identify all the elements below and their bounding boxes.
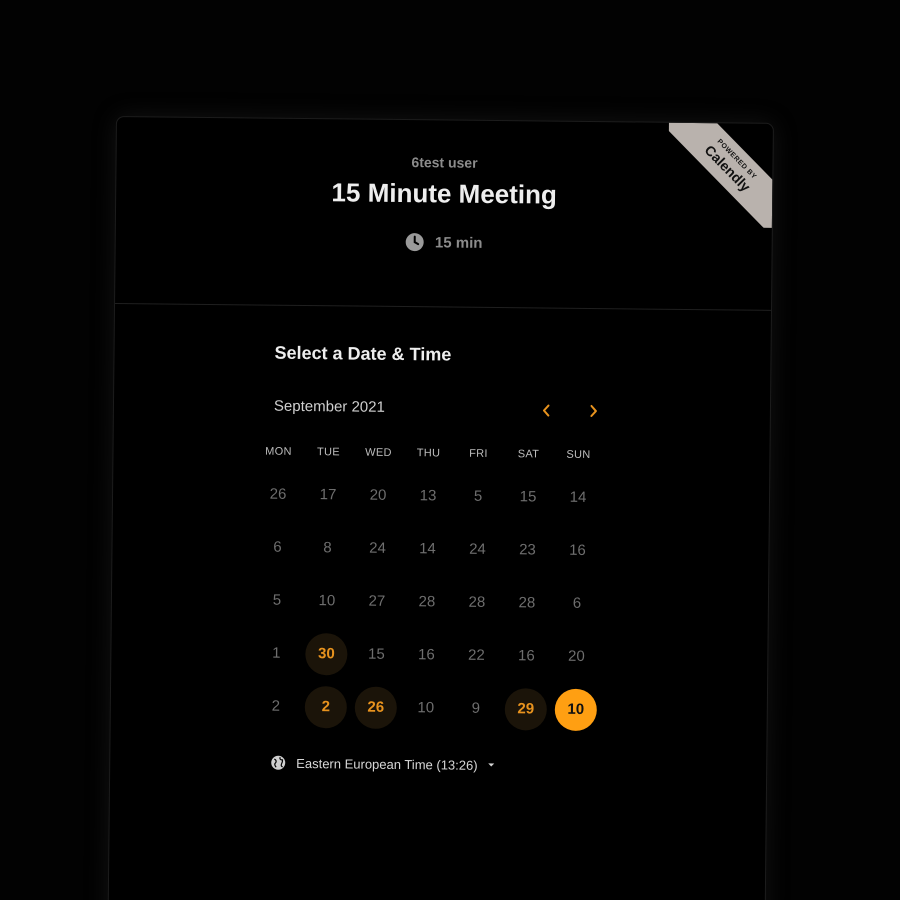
timezone-selector[interactable]: Eastern European Time (13:26) [270, 755, 610, 775]
available-day-cell[interactable]: 29 [501, 682, 552, 736]
powered-by-calendly-badge[interactable]: POWERED BY Calendly [667, 122, 773, 228]
day-cell: 28 [402, 575, 453, 629]
weekday-sat: SAT [517, 448, 540, 461]
day-cell: 14 [553, 471, 604, 525]
weekday-sun: SUN [566, 448, 591, 461]
day-number: 22 [467, 646, 485, 664]
day-cell: 24 [352, 522, 403, 576]
weekday-header: MON TUE WED THU FRI SAT SUN [253, 445, 613, 461]
day-number: 2 [304, 685, 348, 728]
event-header: 6test user 15 Minute Meeting 15 min POWE… [115, 117, 773, 311]
day-cell: 2 [251, 679, 302, 733]
day-number: 16 [417, 646, 435, 664]
day-number: 27 [368, 592, 386, 610]
timezone-label: Eastern European Time (13:26) [296, 755, 478, 773]
day-number: 13 [419, 487, 437, 505]
day-cell: 26 [253, 467, 304, 521]
day-number: 28 [418, 593, 436, 611]
day-number: 26 [269, 485, 287, 503]
day-cell: 16 [401, 628, 452, 682]
clock-icon [405, 233, 424, 252]
day-cell: 13 [403, 469, 454, 523]
month-navigation: September 2021 [274, 398, 614, 426]
day-cell: 15 [351, 627, 402, 681]
section-title: Select a Date & Time [274, 342, 452, 365]
month-label: September 2021 [273, 397, 385, 416]
day-cell: 23 [502, 523, 553, 577]
day-cell: 6 [252, 520, 303, 574]
day-number: 6 [273, 538, 282, 556]
globe-icon [271, 755, 286, 770]
day-number: 10 [554, 688, 598, 731]
day-number: 24 [369, 539, 386, 557]
day-number: 28 [518, 594, 536, 612]
day-cell: 28 [452, 576, 503, 630]
ribbon-band: POWERED BY Calendly [667, 122, 773, 228]
weekday-tue: TUE [316, 446, 341, 459]
chevron-right-icon [590, 404, 597, 417]
weekday-thu: THU [416, 447, 441, 460]
day-number: 5 [473, 487, 483, 505]
day-cell: 22 [451, 629, 502, 683]
day-number: 10 [318, 592, 336, 610]
day-number: 24 [469, 540, 486, 558]
day-number: 15 [367, 645, 385, 663]
day-cell: 16 [501, 629, 552, 683]
available-day-cell[interactable]: 30 [301, 627, 352, 681]
day-number: 10 [417, 699, 435, 717]
weekday-fri: FRI [469, 447, 488, 460]
day-cell: 20 [551, 630, 602, 684]
day-number: 9 [471, 699, 481, 717]
day-cell: 10 [401, 681, 452, 735]
day-number: 16 [517, 647, 535, 665]
day-cell: 5 [252, 573, 303, 627]
day-number: 28 [468, 593, 486, 611]
day-number: 15 [519, 488, 537, 506]
day-cell: 14 [402, 522, 453, 576]
available-day-cell[interactable]: 26 [351, 680, 402, 734]
day-number: 17 [319, 486, 337, 504]
date-picker: Select a Date & Time September 2021 MON T… [265, 342, 614, 775]
day-cell: 9 [451, 682, 502, 736]
day-cell: 27 [352, 574, 403, 628]
day-number: 14 [419, 540, 436, 558]
day-cell: 20 [353, 469, 404, 523]
day-cell: 8 [302, 521, 353, 575]
day-number: 26 [354, 686, 398, 729]
available-day-cell[interactable]: 2 [301, 680, 352, 734]
day-number: 1 [272, 644, 281, 662]
day-number: 30 [305, 632, 348, 675]
day-cell: 5 [453, 470, 504, 524]
day-number: 16 [569, 541, 586, 559]
calendar-grid: 26 17 20 13 5 15 14 6 8 24 14 24 23 16 5 10 27 28 28 28 6 1 30… [251, 467, 614, 736]
event-duration: 15 min [116, 229, 772, 256]
next-month-button[interactable] [584, 401, 604, 421]
day-number: 6 [572, 594, 582, 612]
day-number: 20 [567, 647, 585, 665]
day-cell: 6 [552, 577, 603, 631]
day-number: 29 [504, 687, 548, 731]
day-cell: 17 [303, 468, 354, 522]
day-number: 20 [369, 486, 387, 504]
day-cell: 24 [452, 523, 503, 577]
previous-month-button[interactable] [536, 400, 556, 420]
booking-card: 6test user 15 Minute Meeting 15 min POWE… [107, 116, 774, 900]
day-cell: 10 [302, 574, 353, 628]
day-cell: 15 [503, 470, 554, 524]
weekday-mon: MON [265, 445, 292, 458]
day-number: 14 [569, 488, 587, 506]
day-number: 2 [271, 697, 281, 715]
day-number: 23 [519, 541, 536, 559]
day-cell: 16 [552, 524, 603, 578]
day-cell: 1 [251, 626, 302, 680]
weekday-wed: WED [365, 446, 392, 459]
day-number: 5 [272, 591, 282, 609]
day-number: 8 [323, 539, 332, 557]
chevron-left-icon [542, 404, 550, 417]
duration-label: 15 min [434, 233, 483, 252]
day-cell: 28 [502, 576, 553, 630]
selected-day-cell[interactable]: 10 [551, 683, 602, 737]
caret-down-icon [488, 763, 495, 767]
page: 6test user 15 Minute Meeting 15 min POWE… [0, 0, 900, 900]
